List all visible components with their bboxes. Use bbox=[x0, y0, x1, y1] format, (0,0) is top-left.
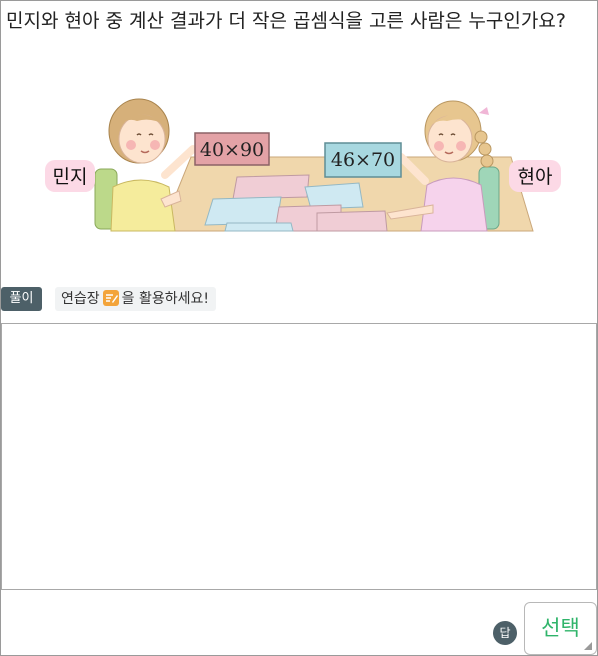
name-tag-minji: 민지 bbox=[45, 160, 95, 192]
question-text: 민지와 현아 중 계산 결과가 더 작은 곱셈식을 고른 사람은 누구인가요? bbox=[6, 10, 566, 32]
notepad-icon[interactable] bbox=[102, 289, 120, 307]
hint-text-before: 연습장 bbox=[61, 291, 100, 307]
card-left: 40×90 bbox=[194, 132, 270, 166]
answer-badge: 답 bbox=[493, 621, 517, 645]
select-button-label: 선택 bbox=[541, 616, 580, 640]
name-tag-hyeona: 현아 bbox=[509, 160, 561, 192]
select-button[interactable]: 선택 bbox=[524, 602, 597, 655]
solution-badge: 풀이 bbox=[1, 287, 42, 311]
solution-workspace[interactable] bbox=[1, 323, 597, 590]
resize-corner-icon bbox=[584, 642, 592, 650]
card-left-text: 40×90 bbox=[200, 139, 264, 161]
problem-frame: 민지와 현아 중 계산 결과가 더 작은 곱셈식을 고른 사람은 누구인가요? bbox=[0, 0, 598, 656]
hint-text-after: 을 활용하세요! bbox=[121, 291, 209, 307]
card-right-text: 46×70 bbox=[331, 149, 395, 171]
illustration: 40×90 46×70 민지 현아 bbox=[45, 98, 561, 232]
svg-text:현아: 현아 bbox=[518, 166, 553, 188]
solution-row: 풀이 연습장 을 활용하세요! bbox=[1, 287, 597, 311]
card-right: 46×70 bbox=[324, 142, 402, 178]
hint-box: 연습장 을 활용하세요! bbox=[55, 287, 216, 311]
svg-text:민지: 민지 bbox=[53, 166, 88, 188]
